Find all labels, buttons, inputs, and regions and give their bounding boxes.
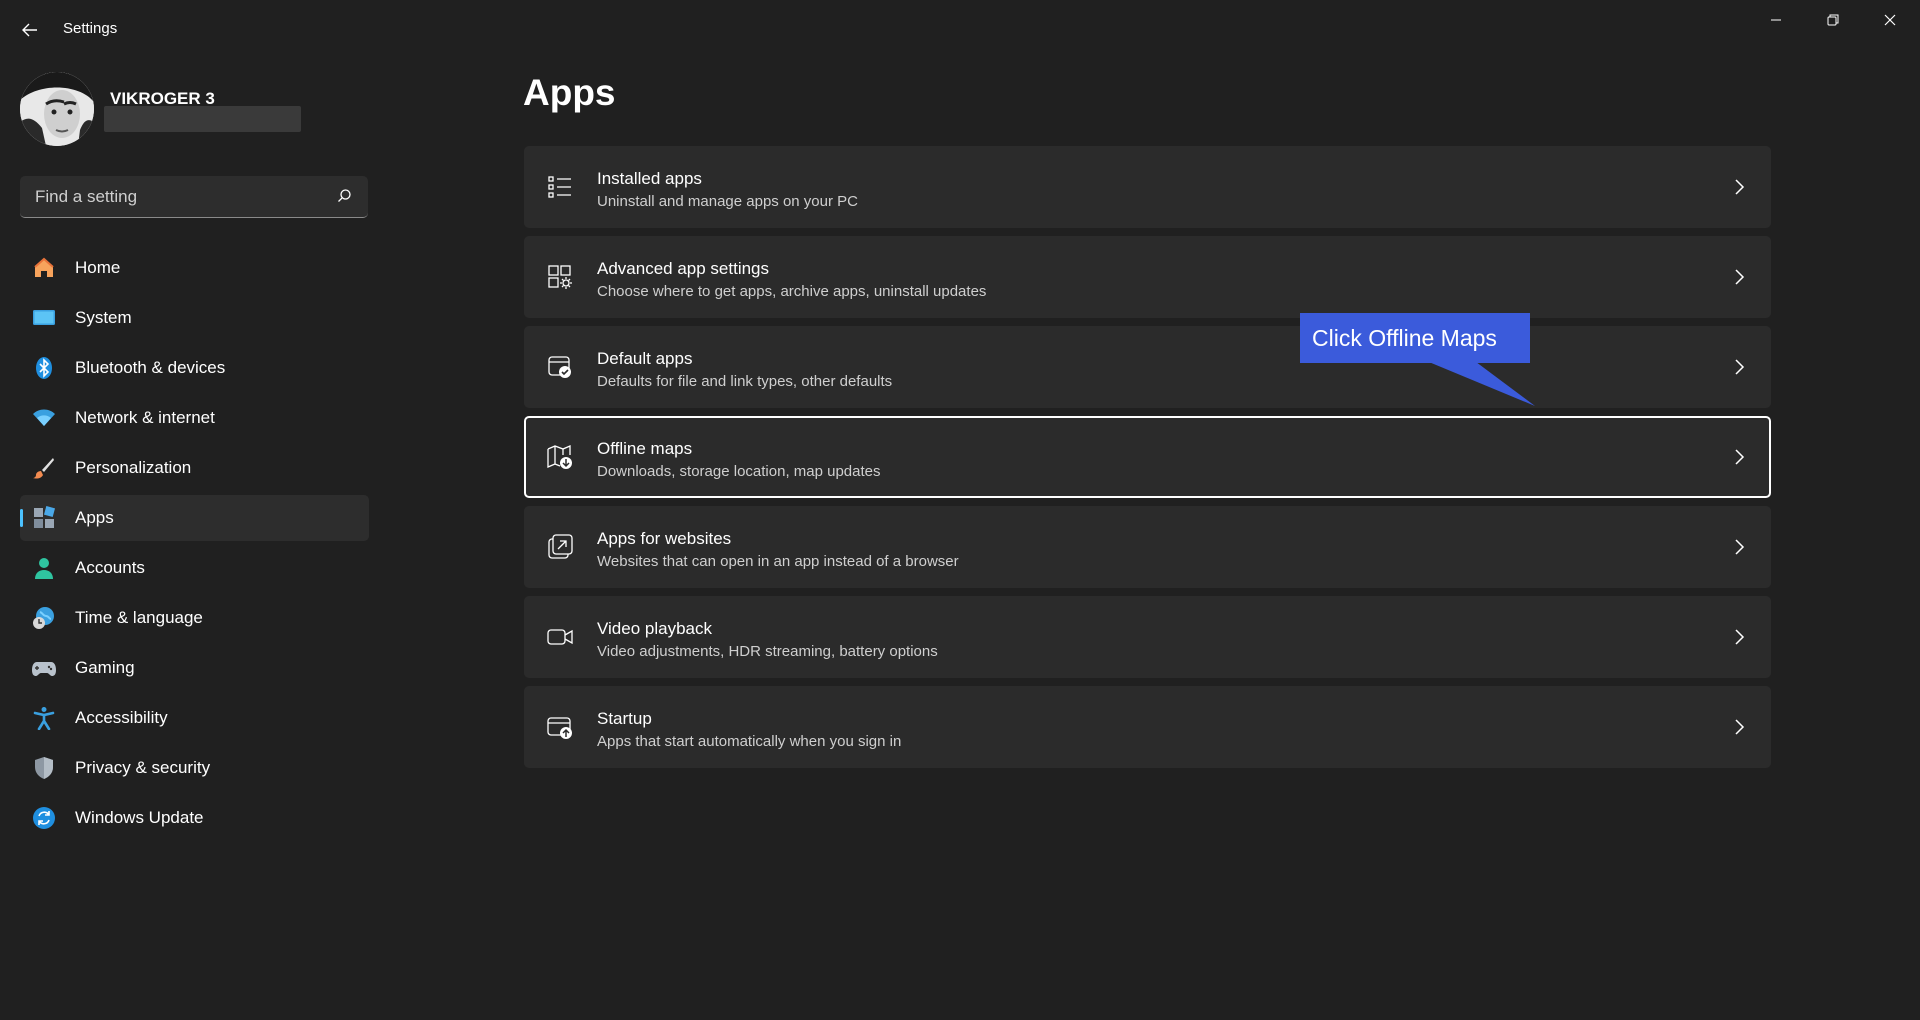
startup-card[interactable]: Startup Apps that start automatically wh… (524, 686, 1771, 768)
card-subtitle: Apps that start automatically when you s… (597, 733, 902, 750)
card-subtitle: Downloads, storage location, map updates (597, 463, 881, 480)
open-link-icon (548, 534, 573, 559)
search-icon[interactable] (337, 188, 352, 203)
minimize-icon (1771, 19, 1781, 21)
advanced-apps-icon (548, 265, 572, 289)
card-subtitle: Choose where to get apps, archive apps, … (597, 283, 987, 300)
sidebar-item-gaming[interactable]: Gaming (20, 645, 369, 691)
account-icon (35, 558, 53, 579)
brush-icon (33, 458, 54, 479)
sidebar-item-accessibility[interactable]: Accessibility (20, 695, 369, 741)
minimize-button[interactable] (1748, 0, 1804, 40)
callout-text: Click Offline Maps (1312, 325, 1497, 351)
sidebar-item-bluetooth[interactable]: Bluetooth & devices (20, 345, 369, 391)
card-title: Startup (597, 709, 652, 728)
sidebar-item-time-language[interactable]: Time & language (20, 595, 369, 641)
chevron-right-icon (1735, 179, 1745, 195)
chevron-right-icon (1735, 359, 1745, 375)
card-title: Advanced app settings (597, 259, 770, 278)
sidebar-item-label: Windows Update (75, 808, 204, 827)
map-download-icon (547, 445, 572, 469)
chevron-right-icon (1735, 719, 1745, 735)
shield-icon (35, 757, 53, 779)
sidebar-item-privacy[interactable]: Privacy & security (20, 745, 369, 791)
card-title: Default apps (597, 349, 693, 368)
sidebar-item-system[interactable]: System (20, 295, 369, 341)
sidebar-item-windows-update[interactable]: Windows Update (20, 795, 369, 841)
back-arrow-icon (22, 23, 37, 37)
globe-clock-icon (33, 607, 54, 629)
card-title: Video playback (597, 619, 712, 638)
card-title: Installed apps (597, 169, 702, 188)
gamepad-icon (32, 662, 56, 676)
card-subtitle: Uninstall and manage apps on your PC (597, 193, 858, 210)
startup-icon (547, 717, 572, 739)
chevron-right-icon (1735, 629, 1745, 645)
list-icon (548, 176, 571, 198)
default-apps-icon (548, 356, 571, 378)
search-input[interactable] (33, 176, 327, 218)
update-icon (33, 807, 55, 829)
installed-apps-card[interactable]: Installed apps Uninstall and manage apps… (524, 146, 1771, 228)
offline-maps-card[interactable]: Offline maps Downloads, storage location… (524, 416, 1771, 498)
sidebar-item-label: Apps (75, 508, 114, 527)
sidebar-item-home[interactable]: Home (20, 245, 369, 291)
card-subtitle: Video adjustments, HDR streaming, batter… (597, 643, 938, 660)
close-icon (1884, 14, 1896, 26)
user-photo (20, 72, 94, 146)
sidebar-item-label: Accounts (75, 558, 145, 577)
instruction-callout: Click Offline Maps (1300, 313, 1530, 363)
avatar[interactable] (20, 72, 94, 146)
sidebar-item-label: Time & language (75, 608, 203, 627)
page-title: Apps (523, 72, 616, 113)
sidebar-nav: Home System Bluetooth & devices Network … (20, 245, 369, 845)
advanced-app-settings-card[interactable]: Advanced app settings Choose where to ge… (524, 236, 1771, 318)
settings-list: Installed apps Uninstall and manage apps… (524, 146, 1771, 776)
sidebar-item-network[interactable]: Network & internet (20, 395, 369, 441)
default-apps-card[interactable]: Default apps Defaults for file and link … (524, 326, 1771, 408)
card-subtitle: Websites that can open in an app instead… (597, 553, 959, 570)
user-email-redacted (104, 106, 301, 132)
wifi-icon (33, 409, 55, 426)
sidebar-item-label: Bluetooth & devices (75, 358, 226, 377)
sidebar-item-label: Network & internet (75, 408, 215, 427)
sidebar-item-label: Gaming (75, 658, 135, 677)
sidebar-item-label: System (75, 308, 132, 327)
restore-button[interactable] (1805, 0, 1861, 40)
close-button[interactable] (1862, 0, 1918, 40)
card-title: Offline maps (597, 439, 693, 458)
apps-icon (34, 506, 56, 528)
card-subtitle: Defaults for file and link types, other … (597, 373, 893, 390)
video-playback-card[interactable]: Video playback Video adjustments, HDR st… (524, 596, 1771, 678)
sidebar-item-accounts[interactable]: Accounts (20, 545, 369, 591)
sidebar-item-apps[interactable]: Apps (20, 495, 369, 541)
accessibility-icon (33, 707, 55, 730)
sidebar-item-label: Personalization (75, 458, 192, 477)
sidebar-item-label: Privacy & security (75, 758, 211, 777)
chevron-right-icon (1735, 269, 1745, 285)
system-icon (33, 310, 55, 325)
sidebar-item-label: Home (75, 258, 121, 277)
restore-icon (1827, 14, 1839, 26)
chevron-right-icon (1735, 449, 1745, 465)
bluetooth-icon (36, 357, 52, 379)
back-button[interactable] (14, 14, 46, 46)
title-bar: Settings (0, 0, 1920, 60)
apps-for-websites-card[interactable]: Apps for websites Websites that can open… (524, 506, 1771, 588)
home-icon (34, 257, 54, 277)
sidebar-item-personalization[interactable]: Personalization (20, 445, 369, 491)
card-title: Apps for websites (597, 529, 732, 548)
app-title: Settings (63, 20, 118, 37)
sidebar-item-label: Accessibility (75, 708, 168, 727)
video-camera-icon (547, 629, 573, 645)
search-box[interactable] (20, 176, 368, 218)
chevron-right-icon (1735, 539, 1745, 555)
